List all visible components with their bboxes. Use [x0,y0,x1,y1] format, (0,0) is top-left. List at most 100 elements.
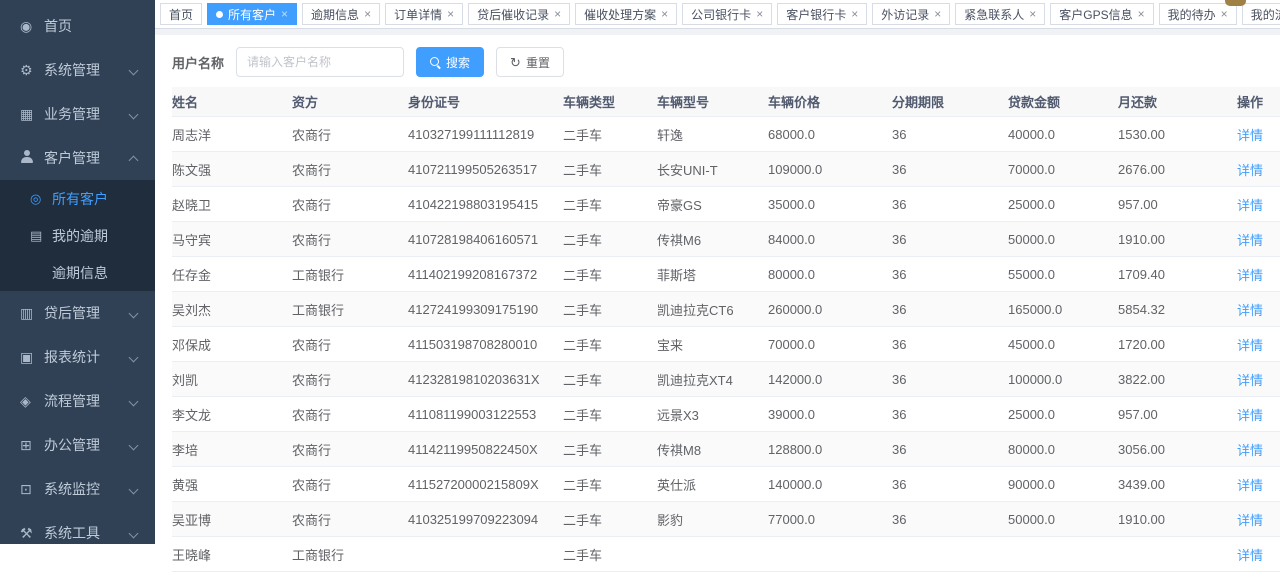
sidebar-item-3[interactable]: 客户管理 [0,136,155,180]
avatar[interactable] [1225,0,1246,6]
close-icon[interactable]: × [934,8,941,20]
tab-item[interactable]: 贷后催收记录× [468,3,570,25]
cell-action: 详情 [1237,117,1280,152]
cell-name: 黄强 [172,467,292,502]
cell-vehicle-model: 帝豪GS [657,187,768,222]
cell-action: 详情 [1237,152,1280,187]
sidebar-subitem-1[interactable]: ▤我的逾期 [0,217,155,254]
sidebar-subitem-0[interactable]: ◎所有客户 [0,180,155,217]
cell-id-number: 410327199111112819 [408,117,563,152]
detail-link[interactable]: 详情 [1237,233,1263,248]
cell-vehicle-type: 二手车 [563,257,657,292]
detail-link[interactable]: 详情 [1237,198,1263,213]
tab-label: 客户GPS信息 [1059,6,1132,23]
cell-vehicle-price: 70000.0 [768,327,892,362]
sidebar-item-0[interactable]: ◉首页 [0,4,155,48]
active-dot [216,11,223,18]
sidebar-item-label: 报表统计 [44,347,130,367]
sidebar-item-label: 业务管理 [44,104,130,124]
cell-bank: 农商行 [292,502,408,537]
tab-item[interactable]: 客户银行卡× [777,3,867,25]
cell-vehicle-model: 轩逸 [657,117,768,152]
search-form: 用户名称 搜索 ↻ 重置 [155,35,1280,87]
customers-icon: ◎ [30,191,52,207]
close-icon[interactable]: × [281,8,288,20]
tab-item[interactable]: 外访记录 × [872,3,950,25]
tab-label: 催收处理方案 [584,6,656,23]
sidebar-item-4[interactable]: ▥贷后管理 [0,291,155,335]
close-icon[interactable]: × [661,8,668,20]
table-row: 王晓峰工商银行二手车详情 [172,537,1280,572]
tab-item[interactable]: 我的流程× [1242,3,1280,25]
cell-action: 详情 [1237,397,1280,432]
cell-vehicle-price: 142000.0 [768,362,892,397]
chevron-down-icon [129,528,139,538]
sidebar-item-9[interactable]: ⚒系统工具 [0,511,155,555]
close-icon[interactable]: × [851,8,858,20]
tab-item[interactable]: 公司银行卡× [682,3,772,25]
close-icon[interactable]: × [364,8,371,20]
cell-name: 邓保成 [172,327,292,362]
close-icon[interactable]: × [447,8,454,20]
close-icon[interactable]: × [1138,8,1145,20]
close-icon[interactable]: × [554,8,561,20]
cell-id-number: 411081199003122553 [408,397,563,432]
tab-label: 外访记录 [881,6,929,23]
detail-link[interactable]: 详情 [1237,338,1263,353]
detail-link[interactable]: 详情 [1237,408,1263,423]
detail-link[interactable]: 详情 [1237,303,1263,318]
cell-name: 吴刘杰 [172,292,292,327]
tab-label: 逾期信息 [311,6,359,23]
chevron-down-icon [129,65,139,75]
submenu: ◎所有客户▤我的逾期逾期信息 [0,180,155,291]
search-button[interactable]: 搜索 [416,47,484,77]
sidebar-item-5[interactable]: ▣报表统计 [0,335,155,379]
office-icon: ⊞ [20,437,44,454]
table-row: 赵晓卫农商行410422198803195415二手车帝豪GS35000.036… [172,187,1280,222]
tab-label: 订单详情 [394,6,442,23]
tab-item[interactable]: 首页 [160,3,202,25]
close-icon[interactable]: × [1029,8,1036,20]
cell-id-number: 410721199505263517 [408,152,563,187]
cell-monthly-payment: 1910.00 [1118,222,1237,257]
cell-term: 36 [892,257,1008,292]
detail-link[interactable]: 详情 [1237,443,1263,458]
sidebar-item-7[interactable]: ⊞办公管理 [0,423,155,467]
sidebar-item-2[interactable]: ▦业务管理 [0,92,155,136]
detail-link[interactable]: 详情 [1237,163,1263,178]
detail-link[interactable]: 详情 [1237,268,1263,283]
sidebar-item-8[interactable]: ⊡系统监控 [0,467,155,511]
detail-link[interactable]: 详情 [1237,373,1263,388]
table-row: 李培农商行41142119950822450X二手车传祺M8128800.036… [172,432,1280,467]
cell-id-number: 410325199709223094 [408,502,563,537]
detail-link[interactable]: 详情 [1237,128,1263,143]
tab-item[interactable]: 逾期信息 × [302,3,380,25]
close-icon[interactable]: × [1221,8,1228,20]
tab-item[interactable]: 订单详情 × [385,3,463,25]
sidebar-item-1[interactable]: ⚙系统管理 [0,48,155,92]
sidebar-subitem-label: 所有客户 [52,189,108,209]
tab-item[interactable]: 紧急联系人× [955,3,1045,25]
search-label: 用户名称 [172,53,224,72]
tab-item[interactable]: 催收处理方案 × [575,3,677,25]
cell-monthly-payment: 3056.00 [1118,432,1237,467]
cell-loan-amount: 90000.0 [1008,467,1118,502]
detail-link[interactable]: 详情 [1237,478,1263,493]
tab-item[interactable]: 所有客户× [207,3,297,25]
detail-link[interactable]: 详情 [1237,513,1263,528]
business-grid-icon: ▦ [20,106,44,123]
tab-item[interactable]: 客户GPS信息 × [1050,3,1153,25]
cell-term [892,537,1008,572]
cell-vehicle-price: 260000.0 [768,292,892,327]
tab-item[interactable]: 我的待办× [1159,3,1237,25]
sidebar-item-6[interactable]: ◈流程管理 [0,379,155,423]
reset-button[interactable]: ↻ 重置 [496,47,564,77]
cell-vehicle-type: 二手车 [563,292,657,327]
sidebar-subitem-2[interactable]: 逾期信息 [0,254,155,291]
cell-action: 详情 [1237,432,1280,467]
cell-id-number: 41232819810203631X [408,362,563,397]
customer-name-input[interactable] [236,47,404,77]
cell-loan-amount: 45000.0 [1008,327,1118,362]
detail-link[interactable]: 详情 [1237,548,1263,563]
close-icon[interactable]: × [756,8,763,20]
